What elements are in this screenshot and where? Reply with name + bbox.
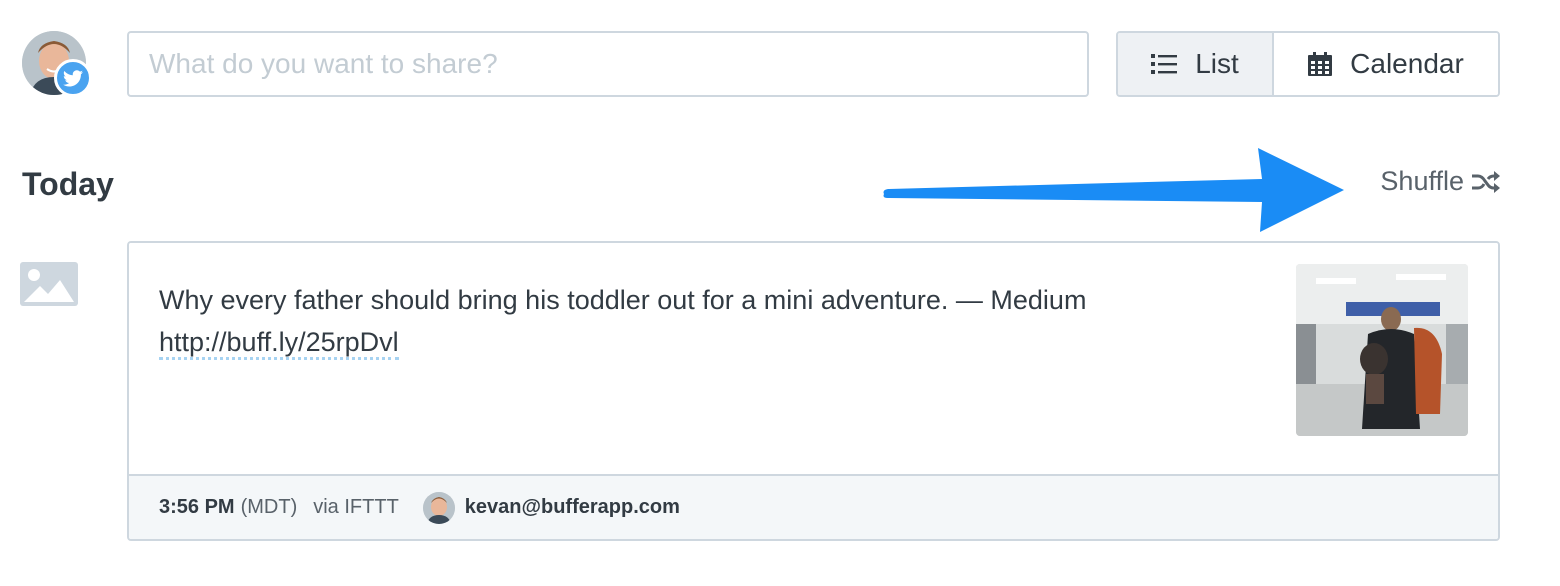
shuffle-label: Shuffle <box>1380 166 1464 196</box>
buffer-queue-page: List Calendar Today <box>0 0 1560 586</box>
shuffle-button[interactable]: Shuffle <box>1380 166 1500 197</box>
post-body: Why every father should bring his toddle… <box>129 243 1498 478</box>
image-icon <box>20 262 78 311</box>
arrow-icon <box>878 146 1348 241</box>
post-author[interactable]: kevan@bufferapp.com <box>465 496 680 519</box>
section-title: Today <box>22 166 114 202</box>
post-text: Why every father should bring his toddle… <box>159 279 1099 363</box>
post-card[interactable]: Why every father should bring his toddle… <box>127 241 1500 541</box>
twitter-icon <box>54 59 92 97</box>
composer-input[interactable] <box>127 31 1089 97</box>
list-view-button[interactable]: List <box>1118 33 1274 95</box>
calendar-view-button[interactable]: Calendar <box>1274 33 1498 95</box>
post-source: via IFTTT <box>313 496 399 518</box>
post-time: 3:56 PM <box>159 496 235 518</box>
calendar-view-label: Calendar <box>1350 48 1464 79</box>
post-text-content: Why every father should bring his toddle… <box>159 285 1087 315</box>
list-icon <box>1151 53 1178 75</box>
post-link[interactable]: http://buff.ly/25rpDvl <box>159 327 399 360</box>
user-avatar <box>422 491 455 524</box>
calendar-icon <box>1308 52 1333 76</box>
shuffle-icon <box>1472 170 1500 193</box>
post-timezone: (MDT) <box>240 496 298 518</box>
post-thumbnail[interactable] <box>1296 264 1468 436</box>
post-footer: 3:56 PM (MDT) via IFTTT kevan@bufferapp.… <box>129 474 1498 539</box>
view-toggle: List Calendar <box>1116 31 1500 97</box>
list-view-label: List <box>1195 48 1239 79</box>
